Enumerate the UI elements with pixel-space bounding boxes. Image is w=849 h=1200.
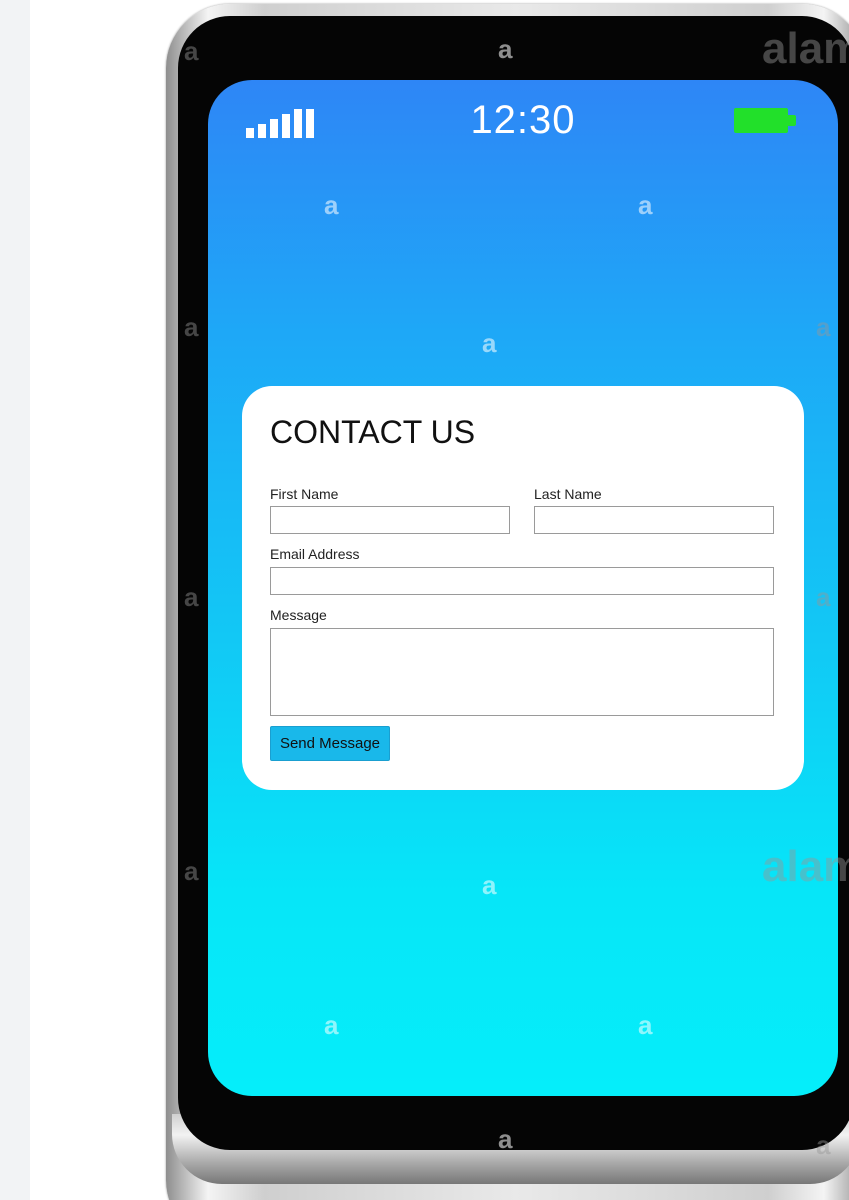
first-name-input[interactable] (270, 506, 510, 534)
watermark-glyph: a (816, 582, 831, 612)
message-textarea[interactable] (270, 628, 774, 716)
last-name-label: Last Name (534, 486, 602, 502)
watermark-glyph: a (324, 1010, 339, 1040)
message-label: Message (270, 607, 327, 623)
send-message-button[interactable]: Send Message (270, 726, 390, 761)
first-name-label: First Name (270, 486, 339, 502)
watermark-glyph: a (184, 312, 199, 342)
watermark-glyph: a (638, 190, 653, 220)
watermark-wordmark: alam (762, 24, 849, 73)
watermark-glyph: a (184, 36, 199, 66)
battery-icon (734, 108, 796, 133)
watermark-glyph: a (816, 1130, 831, 1160)
left-gutter (0, 0, 30, 1200)
phone-screen: 12:30 CONTACT US First Name Last Name Em… (208, 80, 838, 1096)
watermark-glyph: a (482, 870, 497, 900)
email-label: Email Address (270, 546, 360, 562)
form-title: CONTACT US (270, 414, 476, 450)
watermark-glyph: a (816, 312, 831, 342)
watermark-glyph: a (638, 1010, 653, 1040)
watermark-wordmark: alam (762, 842, 849, 891)
contact-form-card: CONTACT US First Name Last Name Email Ad… (242, 386, 804, 790)
watermark-glyph: a (184, 856, 199, 886)
watermark-glyph: a (498, 1124, 513, 1154)
last-name-input[interactable] (534, 506, 774, 534)
phone-bezel: 12:30 CONTACT US First Name Last Name Em… (178, 16, 849, 1150)
watermark-glyph: a (184, 582, 199, 612)
page: 12:30 CONTACT US First Name Last Name Em… (0, 0, 849, 1200)
watermark-glyph: a (324, 190, 339, 220)
watermark-glyph: a (498, 34, 513, 64)
email-input[interactable] (270, 567, 774, 595)
watermark-glyph: a (482, 328, 497, 358)
smartphone-frame: 12:30 CONTACT US First Name Last Name Em… (166, 4, 849, 1200)
